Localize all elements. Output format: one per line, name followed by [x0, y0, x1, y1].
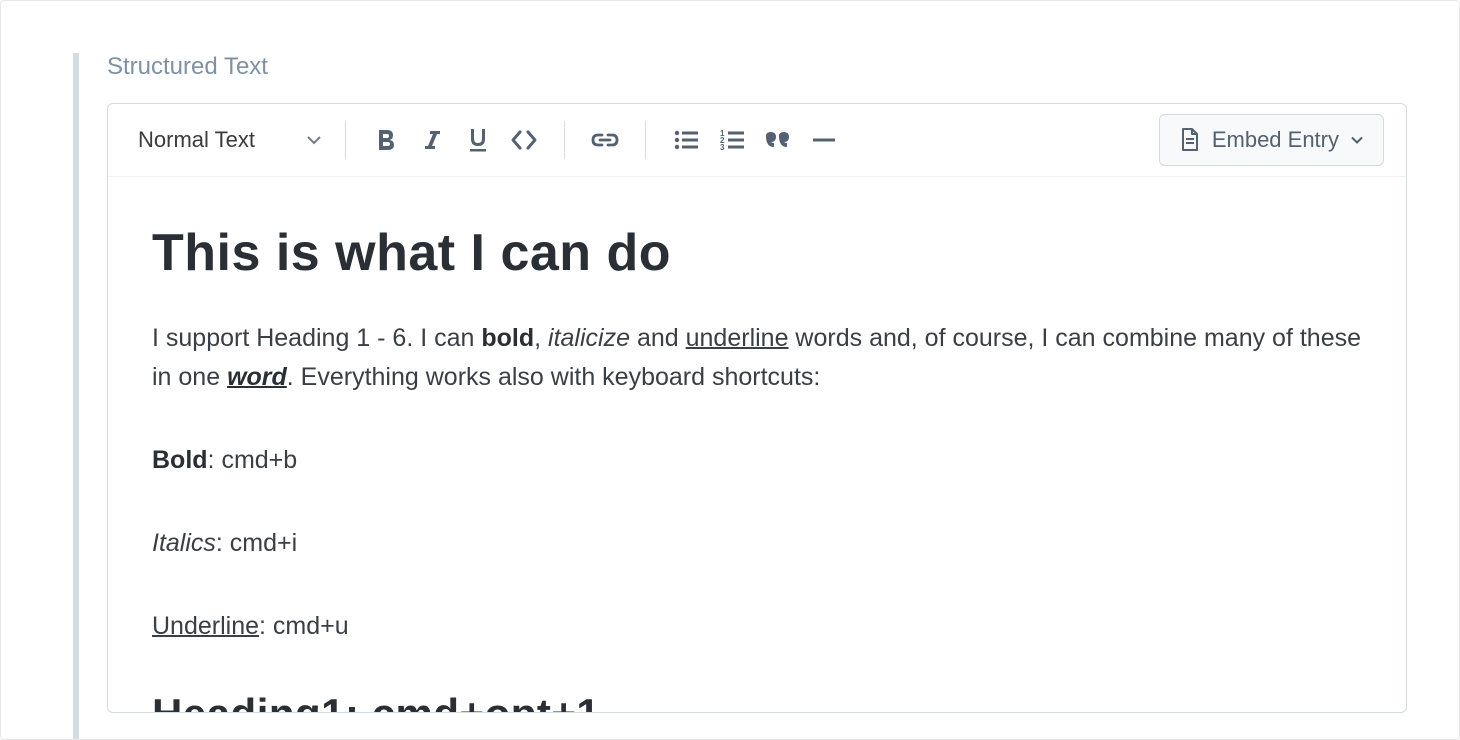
italic-text: italicize	[548, 324, 630, 352]
content-heading-1: This is what I can do	[152, 223, 1362, 283]
text-style-label: Normal Text	[138, 127, 255, 153]
blockquote-button[interactable]	[756, 118, 800, 162]
content-paragraph: I support Heading 1 - 6. I can bold, ita…	[152, 319, 1362, 397]
text-span: . Everything works also with keyboard sh…	[287, 363, 821, 391]
toolbar-divider	[345, 121, 346, 159]
editor-toolbar: Normal Text	[108, 104, 1406, 177]
caret-down-icon	[307, 133, 321, 147]
text-style-selector[interactable]: Normal Text	[130, 121, 327, 159]
unordered-list-button[interactable]	[664, 118, 708, 162]
bold-icon	[375, 128, 397, 152]
underline-text: Underline	[152, 612, 259, 640]
bold-italic-underline-text: word	[227, 363, 287, 391]
shortcut-line-italics: Italics: cmd+i	[152, 524, 1362, 563]
underline-text: underline	[686, 324, 789, 352]
editor-content[interactable]: This is what I can do I support Heading …	[108, 177, 1406, 712]
ordered-list-button[interactable]: 123	[710, 118, 754, 162]
horizontal-rule-button[interactable]	[802, 118, 846, 162]
text-span: and	[630, 324, 686, 352]
shortcut-line-underline: Underline: cmd+u	[152, 607, 1362, 646]
svg-text:3: 3	[720, 143, 725, 152]
toolbar-divider	[564, 121, 565, 159]
code-button[interactable]	[502, 118, 546, 162]
shortcut-line-bold: Bold: cmd+b	[152, 441, 1362, 480]
link-button[interactable]	[583, 118, 627, 162]
bold-text: bold	[481, 324, 534, 352]
document-icon	[1180, 128, 1200, 152]
editor-field: Structured Text Normal Text	[107, 53, 1459, 739]
rich-text-editor: Normal Text	[107, 103, 1407, 713]
italic-icon	[421, 128, 443, 152]
italic-button[interactable]	[410, 118, 454, 162]
caret-down-icon	[1351, 134, 1363, 146]
link-icon	[591, 128, 619, 152]
field-label: Structured Text	[107, 53, 1407, 81]
underline-button[interactable]	[456, 118, 500, 162]
text-span: : cmd+i	[216, 529, 297, 557]
embed-entry-button[interactable]: Embed Entry	[1159, 114, 1384, 166]
quote-icon	[765, 128, 791, 152]
toolbar-divider	[645, 121, 646, 159]
field-marker	[73, 53, 79, 739]
italic-text: Italics	[152, 529, 216, 557]
bold-button[interactable]	[364, 118, 408, 162]
text-span: : cmd+u	[259, 612, 349, 640]
content-heading-cutoff: Heading1: cmd+opt+1	[152, 690, 1362, 712]
embed-entry-label: Embed Entry	[1212, 127, 1339, 153]
horizontal-rule-icon	[811, 128, 837, 152]
ordered-list-icon: 123	[719, 128, 745, 152]
code-icon	[510, 128, 538, 152]
underline-icon	[466, 127, 490, 153]
text-span: : cmd+b	[208, 446, 298, 474]
text-span: I support Heading 1 - 6. I can	[152, 324, 481, 352]
unordered-list-icon	[673, 128, 699, 152]
bold-text: Bold	[152, 446, 208, 474]
text-span: ,	[534, 324, 548, 352]
